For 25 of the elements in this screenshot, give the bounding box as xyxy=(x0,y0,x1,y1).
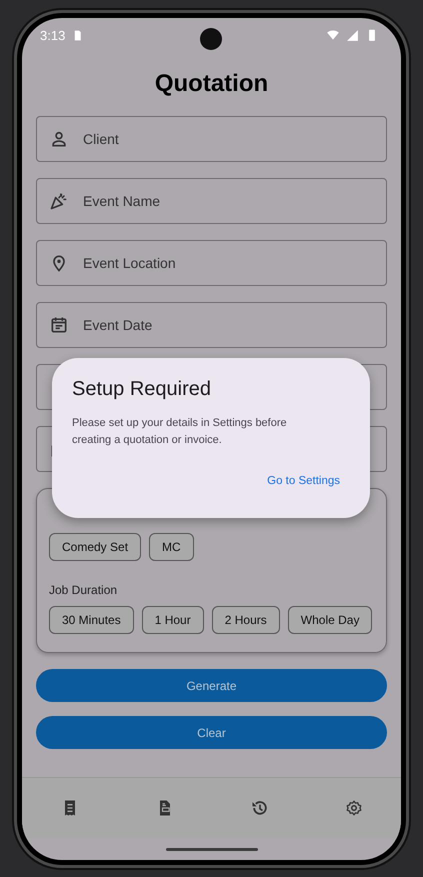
job-type-chip[interactable]: Comedy Set xyxy=(49,533,142,561)
input-field[interactable]: Client xyxy=(36,116,387,162)
duration-chip[interactable]: Whole Day xyxy=(288,606,372,634)
generate-button[interactable]: Generate xyxy=(36,669,387,702)
dialog-title: Setup Required xyxy=(72,378,212,401)
screen-title: Quotation xyxy=(154,70,268,98)
dialog-message: Please set up your details in Settings before creating a quotation or invoice. xyxy=(72,416,288,448)
clear-button[interactable]: Clear xyxy=(36,716,387,749)
duration-chip[interactable]: 2 Hours xyxy=(212,606,280,634)
calendar-icon xyxy=(49,315,69,335)
settings-icon xyxy=(345,799,364,817)
camera-icon xyxy=(200,28,222,50)
settings-link-button[interactable]: Go to Settings xyxy=(257,471,350,491)
job-type-chip[interactable]: MC xyxy=(149,533,194,561)
input-field[interactable]: Event Date xyxy=(36,302,387,348)
wifi-icon xyxy=(326,28,340,42)
duration-chip[interactable]: 30 Minutes xyxy=(49,606,134,634)
input-field[interactable]: Event Location xyxy=(36,240,387,286)
status-time: 3:13 xyxy=(40,28,66,42)
home-indicator[interactable] xyxy=(166,848,258,850)
section-label: Job Duration xyxy=(49,583,118,597)
duration-chip[interactable]: 1 Hour xyxy=(142,606,204,634)
input-field[interactable]: Event Name xyxy=(36,178,387,224)
party-popper-icon xyxy=(49,191,69,211)
signal-icon xyxy=(346,28,359,42)
